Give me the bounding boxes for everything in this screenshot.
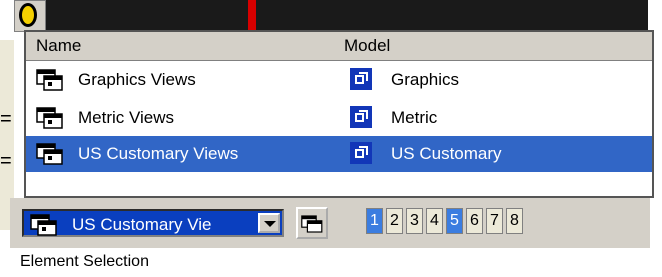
model-icon xyxy=(350,106,372,128)
views-icon xyxy=(36,69,66,91)
toolbar-icon-button[interactable] xyxy=(14,0,46,32)
viewport-button-8[interactable]: 8 xyxy=(506,208,523,234)
item-model: Graphics xyxy=(391,70,460,89)
view-set-dropdown: Name Model Graphics Views Graphics Metri… xyxy=(24,30,654,198)
views-icon xyxy=(30,214,60,236)
red-marker xyxy=(248,0,256,30)
combo-value: US Customary Vie xyxy=(72,215,212,234)
item-name: US Customary Views xyxy=(78,144,239,163)
viewport-button-4[interactable]: 4 xyxy=(426,208,443,234)
left-edge-glyph: = xyxy=(0,150,12,172)
views-icon xyxy=(36,107,66,129)
viewport-button-1[interactable]: 1 xyxy=(366,208,383,234)
viewport-button-7[interactable]: 7 xyxy=(486,208,503,234)
item-model: Metric xyxy=(391,108,438,127)
column-header-name[interactable]: Name xyxy=(36,36,81,56)
dropdown-item-us-customary-views[interactable]: US Customary Views US Customary xyxy=(26,136,652,172)
viewport-button-3[interactable]: 3 xyxy=(406,208,423,234)
column-header-model[interactable]: Model xyxy=(344,36,390,56)
views-toolbar: US Customary Vie 1 2 3 4 5 6 7 8 xyxy=(10,198,650,248)
dropdown-header: Name Model xyxy=(26,32,652,61)
item-name: Graphics Views xyxy=(78,70,196,89)
viewport-button-5[interactable]: 5 xyxy=(446,208,463,234)
viewport-number-buttons: 1 2 3 4 5 6 7 8 xyxy=(366,208,523,234)
chevron-down-icon[interactable] xyxy=(258,213,280,233)
views-icon xyxy=(36,143,66,165)
left-edge-glyph: = xyxy=(0,108,12,130)
ring-icon xyxy=(19,3,37,27)
view-set-button[interactable] xyxy=(296,207,328,239)
view-set-combo[interactable]: US Customary Vie xyxy=(22,209,284,237)
item-name: Metric Views xyxy=(78,108,175,127)
model-icon xyxy=(350,68,372,90)
element-selection-label: Element Selection xyxy=(20,253,149,270)
viewport-button-2[interactable]: 2 xyxy=(386,208,403,234)
item-model: US Customary xyxy=(391,144,502,163)
model-icon xyxy=(350,142,372,164)
views-icon xyxy=(301,212,325,236)
viewport-button-6[interactable]: 6 xyxy=(466,208,483,234)
dropdown-item-metric-views[interactable]: Metric Views Metric xyxy=(26,100,652,136)
title-area xyxy=(46,0,648,30)
dropdown-item-graphics-views[interactable]: Graphics Views Graphics xyxy=(26,62,652,98)
